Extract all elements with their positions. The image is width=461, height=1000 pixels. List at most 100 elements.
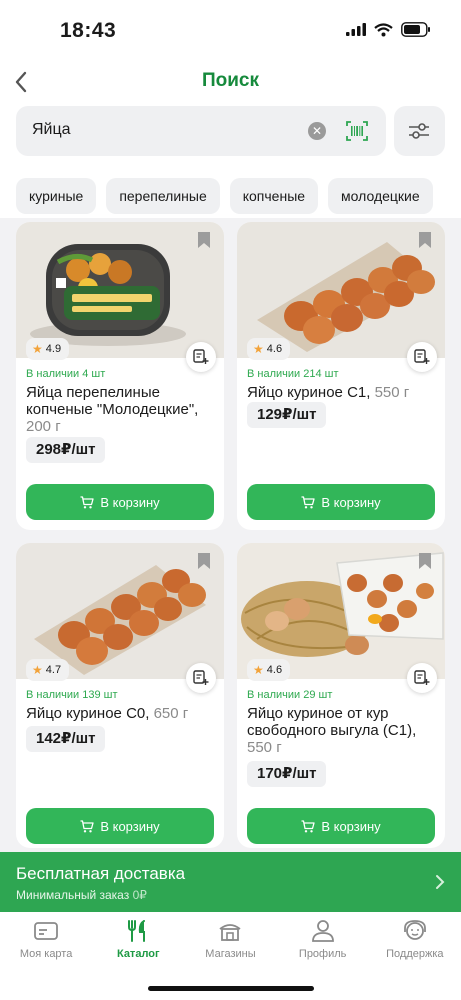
barcode-scan-button[interactable] [346, 121, 368, 141]
product-card[interactable]: ★ 4.6 В наличии 214 шт Яйцо куриное С1, … [237, 222, 445, 530]
rating-badge: ★ 4.7 [26, 659, 70, 681]
list-add-icon [414, 349, 430, 364]
search-input[interactable]: Яйца ✕ [16, 106, 386, 156]
add-to-cart-label: В корзину [100, 494, 160, 510]
product-name[interactable]: Яйцо куриное С1, 550 г [247, 384, 432, 401]
filter-sliders-icon [409, 123, 429, 139]
chip-chicken[interactable]: куриные [16, 178, 97, 214]
clear-search-button[interactable]: ✕ [308, 122, 326, 140]
profile-icon [311, 920, 334, 942]
add-to-list-button[interactable] [186, 663, 216, 693]
stock-status: В наличии 139 шт [26, 689, 118, 701]
tab-label: Профиль [298, 948, 347, 960]
product-weight: 650 г [153, 705, 189, 722]
stock-status: В наличии 214 шт [247, 368, 339, 380]
bookmark-button[interactable] [419, 553, 431, 569]
add-to-list-button[interactable] [186, 342, 216, 372]
bookmark-button[interactable] [198, 232, 210, 248]
search-query[interactable]: Яйца [32, 121, 71, 139]
cart-icon [80, 819, 94, 832]
rating-value: 4.6 [266, 343, 283, 355]
product-price: 298₽/шт [26, 437, 106, 463]
min-order-value: 0₽ [132, 888, 147, 902]
bookmark-button[interactable] [419, 232, 431, 248]
free-delivery-banner[interactable]: Бесплатная доставка Минимальный заказ 0₽ [0, 852, 461, 912]
product-name[interactable]: Яйца перепелиные копченые "Молодецкие", … [26, 384, 211, 435]
product-weight: 200 г [26, 418, 61, 435]
cart-icon [301, 495, 315, 508]
barcode-icon [346, 121, 368, 141]
add-to-cart-button[interactable]: В корзину [26, 484, 214, 520]
product-price: 129₽/шт [247, 402, 327, 428]
status-bar: 18:43 [0, 0, 461, 58]
add-to-cart-label: В корзину [321, 494, 381, 510]
list-add-icon [414, 670, 430, 685]
store-icon [219, 924, 242, 941]
star-icon: ★ [253, 663, 264, 677]
page-title: Поиск [201, 70, 260, 91]
cellular-signal-icon [346, 23, 366, 36]
product-title: Яйца перепелиные копченые "Молодецкие", [26, 384, 199, 418]
delivery-subtitle: Минимальный заказ 0₽ [16, 888, 147, 902]
cart-icon [80, 495, 94, 508]
chevron-right-icon [436, 875, 445, 889]
tab-label: Поддержка [386, 948, 444, 960]
rating-value: 4.7 [45, 664, 62, 676]
bookmark-icon [419, 553, 431, 569]
delivery-title: Бесплатная доставка [16, 864, 186, 883]
list-add-icon [193, 349, 209, 364]
rating-value: 4.9 [45, 343, 62, 355]
card-icon [34, 922, 58, 940]
add-to-cart-button[interactable]: В корзину [247, 808, 435, 844]
cutlery-icon [128, 920, 146, 942]
product-price: 142₽/шт [26, 726, 106, 752]
close-icon: ✕ [311, 124, 323, 138]
product-weight: 550 г [247, 739, 282, 756]
product-name[interactable]: Яйцо куриное от кур свободного выгула (С… [247, 705, 432, 756]
chip-quail[interactable]: перепелиные [106, 178, 220, 214]
wifi-icon [374, 22, 393, 36]
product-card[interactable]: ★ 4.7 В наличии 139 шт Яйцо куриное С0, … [16, 543, 224, 848]
bookmark-icon [198, 232, 210, 248]
rating-badge: ★ 4.9 [26, 338, 70, 360]
tab-label: Магазины [205, 948, 256, 960]
chip-molodetskie[interactable]: молодецкие [328, 178, 433, 214]
list-add-icon [193, 670, 209, 685]
product-card[interactable]: ★ 4.6 В наличии 29 шт Яйцо куриное от ку… [237, 543, 445, 848]
rating-value: 4.6 [266, 664, 283, 676]
stock-status: В наличии 29 шт [247, 689, 333, 701]
status-time: 18:43 [60, 19, 117, 42]
star-icon: ★ [32, 342, 43, 356]
support-icon [403, 920, 426, 940]
product-title: Яйцо куриное С1, [247, 384, 371, 401]
rating-badge: ★ 4.6 [247, 659, 291, 681]
filter-button[interactable] [394, 106, 445, 156]
rating-badge: ★ 4.6 [247, 338, 291, 360]
add-to-list-button[interactable] [407, 663, 437, 693]
tab-support[interactable]: Поддержка [369, 912, 461, 1000]
product-name[interactable]: Яйцо куриное С0, 650 г [26, 705, 211, 722]
tab-label: Каталог [116, 948, 160, 960]
filter-chips: куриные перепелиные копченые молодецкие [16, 178, 433, 214]
star-icon: ★ [32, 663, 43, 677]
product-title: Яйцо куриное от кур свободного выгула (С… [247, 705, 417, 739]
add-to-cart-label: В корзину [100, 818, 160, 834]
bookmark-icon [419, 232, 431, 248]
product-weight: 550 г [374, 384, 410, 401]
add-to-list-button[interactable] [407, 342, 437, 372]
stock-status: В наличии 4 шт [26, 368, 106, 380]
add-to-cart-button[interactable]: В корзину [247, 484, 435, 520]
tab-my-card[interactable]: Моя карта [0, 912, 92, 1000]
home-indicator [148, 986, 314, 991]
add-to-cart-button[interactable]: В корзину [26, 808, 214, 844]
bookmark-icon [198, 553, 210, 569]
cart-icon [301, 819, 315, 832]
product-price: 170₽/шт [247, 761, 327, 787]
tab-label: Моя карта [19, 948, 73, 960]
star-icon: ★ [253, 342, 264, 356]
chip-smoked[interactable]: копченые [229, 178, 319, 214]
min-order-label: Минимальный заказ [16, 888, 130, 902]
bookmark-button[interactable] [198, 553, 210, 569]
product-card[interactable]: ★ 4.9 В наличии 4 шт Яйца перепелиные ко… [16, 222, 224, 530]
product-title: Яйцо куриное С0, [26, 705, 150, 722]
